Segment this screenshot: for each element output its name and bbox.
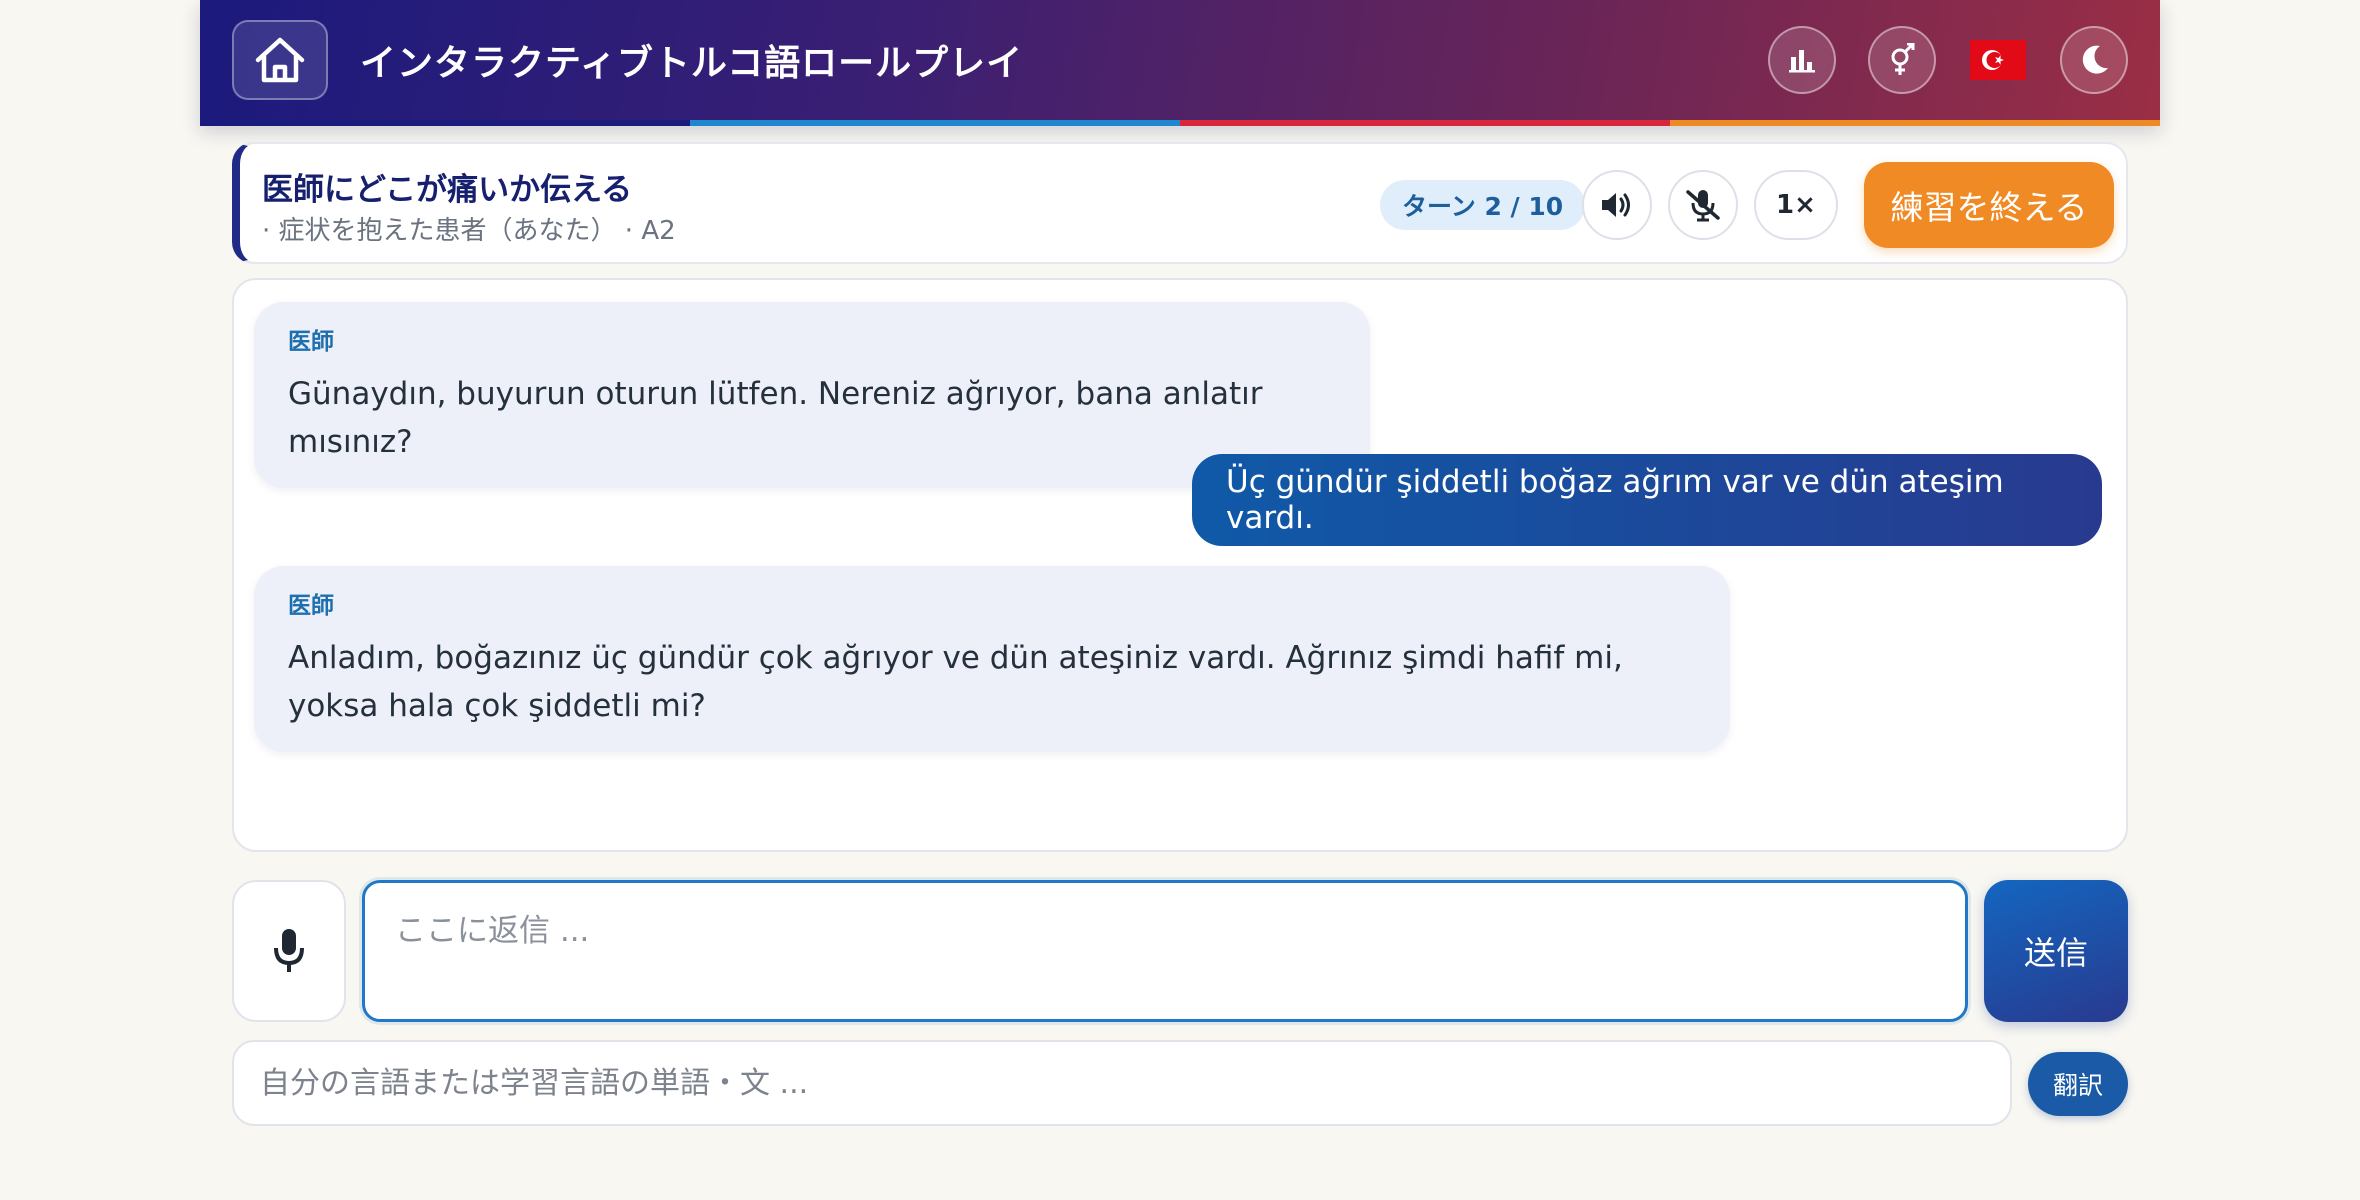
theme-toggle-button[interactable] — [2060, 26, 2128, 94]
message-text: Günaydın, buyurun oturun lütfen. Nereniz… — [288, 376, 1263, 460]
auto-mic-toggle-button[interactable] — [1668, 170, 1738, 240]
speaker-label: 医師 — [288, 329, 334, 355]
stats-button[interactable] — [1768, 26, 1836, 94]
partner-message: 医師 Anladım, boğazınız üç gündür çok ağrı… — [254, 566, 1730, 752]
message-text: Üç gündür şiddetli boğaz ağrım var ve dü… — [1226, 464, 2004, 536]
stripe-segment — [1670, 120, 2160, 126]
app-header: インタラクティブトルコ語ロールプレイ — [200, 0, 2160, 126]
stripe-segment — [1180, 120, 1670, 126]
header-stripe — [200, 120, 2160, 126]
speed-button[interactable]: 1× — [1754, 170, 1838, 240]
bar-chart-icon — [1789, 50, 1815, 73]
home-button[interactable] — [232, 20, 328, 100]
microphone-icon — [274, 929, 304, 972]
stripe-segment — [200, 120, 690, 126]
language-flag-button[interactable] — [1970, 40, 2026, 80]
app-root: インタラクティブトルコ語ロールプレイ 医師にどこが痛いか伝える · 症状を抱えた… — [200, 0, 2160, 1200]
chat-panel: 医師 Günaydın, buyurun oturun lütfen. Nere… — [232, 278, 2128, 852]
translate-input[interactable] — [232, 1040, 2012, 1126]
volume-icon — [1602, 193, 1630, 217]
volume-button[interactable] — [1582, 170, 1652, 240]
user-message: Üç gündür şiddetli boğaz ağrım var ve dü… — [1192, 454, 2102, 546]
record-voice-button[interactable] — [232, 880, 346, 1022]
home-icon — [255, 37, 305, 83]
gender-icon — [1891, 43, 1915, 75]
stripe-segment — [690, 120, 1180, 126]
speaker-label: 医師 — [288, 593, 334, 619]
scenario-title: 医師にどこが痛いか伝える — [262, 172, 633, 208]
send-button[interactable]: 送信 — [1984, 880, 2128, 1022]
turkish-flag-icon — [1970, 40, 2026, 80]
turn-counter-badge: ターン 2 / 10 — [1380, 180, 1586, 230]
moon-icon — [2082, 45, 2108, 74]
reply-input[interactable] — [362, 880, 1968, 1022]
voice-gender-button[interactable] — [1868, 26, 1936, 94]
message-text: Anladım, boğazınız üç gündür çok ağrıyor… — [288, 640, 1623, 724]
scenario-subtitle: · 症状を抱えた患者（あなた） · A2 — [262, 216, 676, 246]
scenario-bar: 医師にどこが痛いか伝える · 症状を抱えた患者（あなた） · A2 ターン 2 … — [232, 142, 2128, 264]
mic-off-icon — [1686, 190, 1720, 222]
end-practice-button[interactable]: 練習を終える — [1864, 162, 2114, 248]
app-title: インタラクティブトルコ語ロールプレイ — [360, 43, 1024, 84]
translate-button[interactable]: 翻訳 — [2028, 1052, 2128, 1116]
